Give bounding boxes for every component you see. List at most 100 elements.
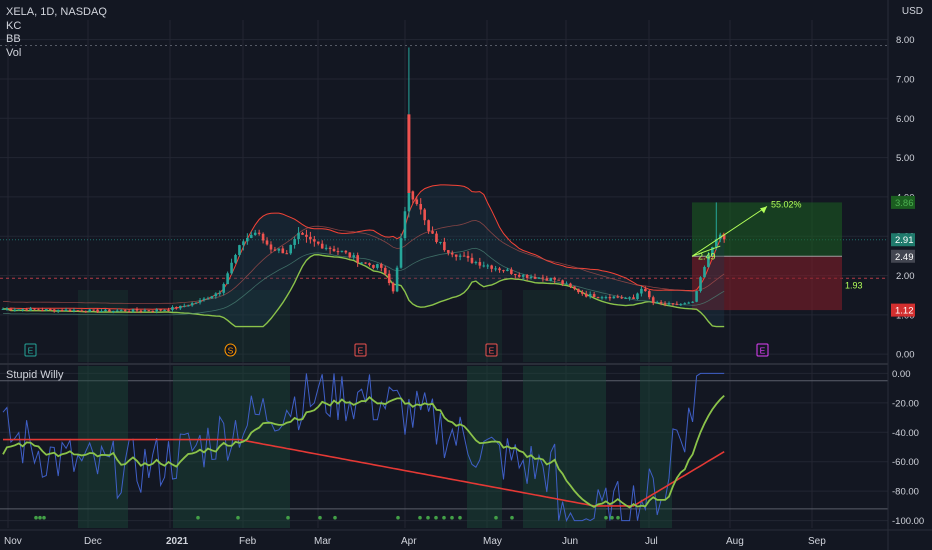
- candle-body: [348, 252, 352, 258]
- candle-body: [565, 283, 568, 285]
- chart-legend: XELA, 1D, NASDAQ KC BB Vol: [6, 6, 107, 60]
- candle-body: [269, 244, 273, 250]
- candle-body: [470, 257, 474, 263]
- candle-body: [249, 234, 253, 238]
- candle-body: [620, 297, 624, 299]
- chart-canvas[interactable]: ESEEE55.02%2.491.93 0.001.002.003.004.00…: [0, 0, 932, 550]
- currency-label[interactable]: USD: [902, 6, 923, 17]
- candle-body: [253, 232, 257, 235]
- legend-bb[interactable]: BB: [6, 33, 107, 47]
- candle-body: [313, 239, 316, 242]
- candle-body: [679, 304, 683, 306]
- candle-body: [143, 310, 147, 312]
- candle-body: [395, 267, 399, 292]
- osc-tick-label: -60.00: [892, 457, 919, 468]
- price-shade-band: [78, 290, 128, 362]
- candle-body: [533, 276, 537, 279]
- oscillator-shading: [78, 290, 672, 528]
- candle-body: [364, 262, 367, 264]
- price-tag-label: 3.86: [895, 198, 914, 209]
- price-tag-label: 1.12: [895, 306, 914, 317]
- candle-body: [52, 309, 56, 312]
- osc-signal-dot: [396, 515, 400, 520]
- candle-body: [9, 308, 13, 311]
- time-tick-label: Dec: [84, 536, 102, 547]
- candle-body: [64, 309, 68, 311]
- candle-body: [647, 291, 651, 298]
- time-tick-label: Sep: [808, 536, 826, 547]
- candle-body: [356, 255, 359, 263]
- osc-tick-label: -40.00: [892, 428, 919, 439]
- candle-body: [127, 311, 131, 313]
- candle-body: [5, 308, 9, 310]
- candle-body: [277, 248, 281, 251]
- candle-body: [210, 296, 214, 299]
- osc-shade-band: [467, 366, 502, 528]
- candle-body: [478, 262, 482, 266]
- candle-body: [194, 302, 198, 304]
- candle-body: [261, 233, 265, 241]
- candle-body: [383, 267, 387, 274]
- candle-body: [450, 252, 454, 255]
- candle-body: [104, 309, 107, 312]
- candle-body: [439, 241, 442, 243]
- candle-body: [45, 309, 48, 311]
- candle-body: [151, 310, 155, 312]
- candle-body: [198, 300, 202, 303]
- candle-body: [84, 311, 88, 313]
- candle-body: [537, 277, 541, 279]
- osc-signal-dot: [34, 515, 38, 520]
- candle-body: [663, 303, 667, 305]
- candle-body: [305, 234, 308, 237]
- candle-body: [616, 296, 620, 298]
- candle-body: [25, 309, 28, 311]
- candle-body: [163, 309, 166, 311]
- candle-body: [167, 309, 170, 311]
- osc-tick-label: -80.00: [892, 487, 919, 498]
- legend-kc[interactable]: KC: [6, 20, 107, 34]
- candle-body: [96, 309, 99, 312]
- price-tag-label: 2.91: [895, 235, 914, 246]
- candle-body: [683, 303, 687, 305]
- osc-signal-dot: [458, 515, 462, 520]
- candle-body: [214, 293, 218, 297]
- candle-body: [541, 277, 545, 279]
- osc-shade-band: [78, 366, 128, 528]
- candle-body: [691, 301, 694, 303]
- candle-body: [80, 310, 84, 312]
- candle-body: [316, 241, 320, 244]
- price-tick-label: 0.00: [896, 350, 915, 361]
- candle-body: [596, 297, 600, 299]
- candle-body: [246, 237, 249, 242]
- candle-body: [285, 253, 289, 255]
- candle-body: [407, 191, 411, 212]
- price-tick-label: 6.00: [896, 114, 915, 125]
- osc-tick-label: -100.00: [892, 516, 924, 527]
- legend-symbol[interactable]: XELA, 1D, NASDAQ: [6, 6, 107, 20]
- candle-body: [123, 310, 127, 312]
- entry-label: 2.49: [698, 251, 716, 261]
- candle-body: [458, 255, 462, 257]
- time-tick-label: May: [483, 536, 502, 547]
- candle-body: [490, 265, 493, 269]
- candle-body: [281, 248, 285, 254]
- candle-body: [628, 297, 631, 299]
- candle-body: [226, 273, 229, 285]
- candle-body: [368, 263, 371, 266]
- time-tick-label: Aug: [726, 536, 744, 547]
- candle-body: [56, 310, 60, 312]
- legend-vol[interactable]: Vol: [6, 47, 107, 61]
- candle-body: [344, 250, 348, 253]
- candle-body: [100, 311, 103, 313]
- candle-body: [584, 293, 588, 297]
- earnings-marker-label: E: [489, 346, 495, 356]
- candle-body: [238, 245, 241, 255]
- candle-body: [309, 236, 312, 240]
- osc-signal-dot: [38, 515, 42, 520]
- candle-body: [466, 255, 470, 258]
- candle-body: [21, 309, 25, 311]
- candle-body: [675, 303, 679, 305]
- earnings-marker-label: E: [28, 346, 34, 356]
- candle-body: [324, 247, 328, 249]
- oscillator-title[interactable]: Stupid Willy: [6, 369, 63, 381]
